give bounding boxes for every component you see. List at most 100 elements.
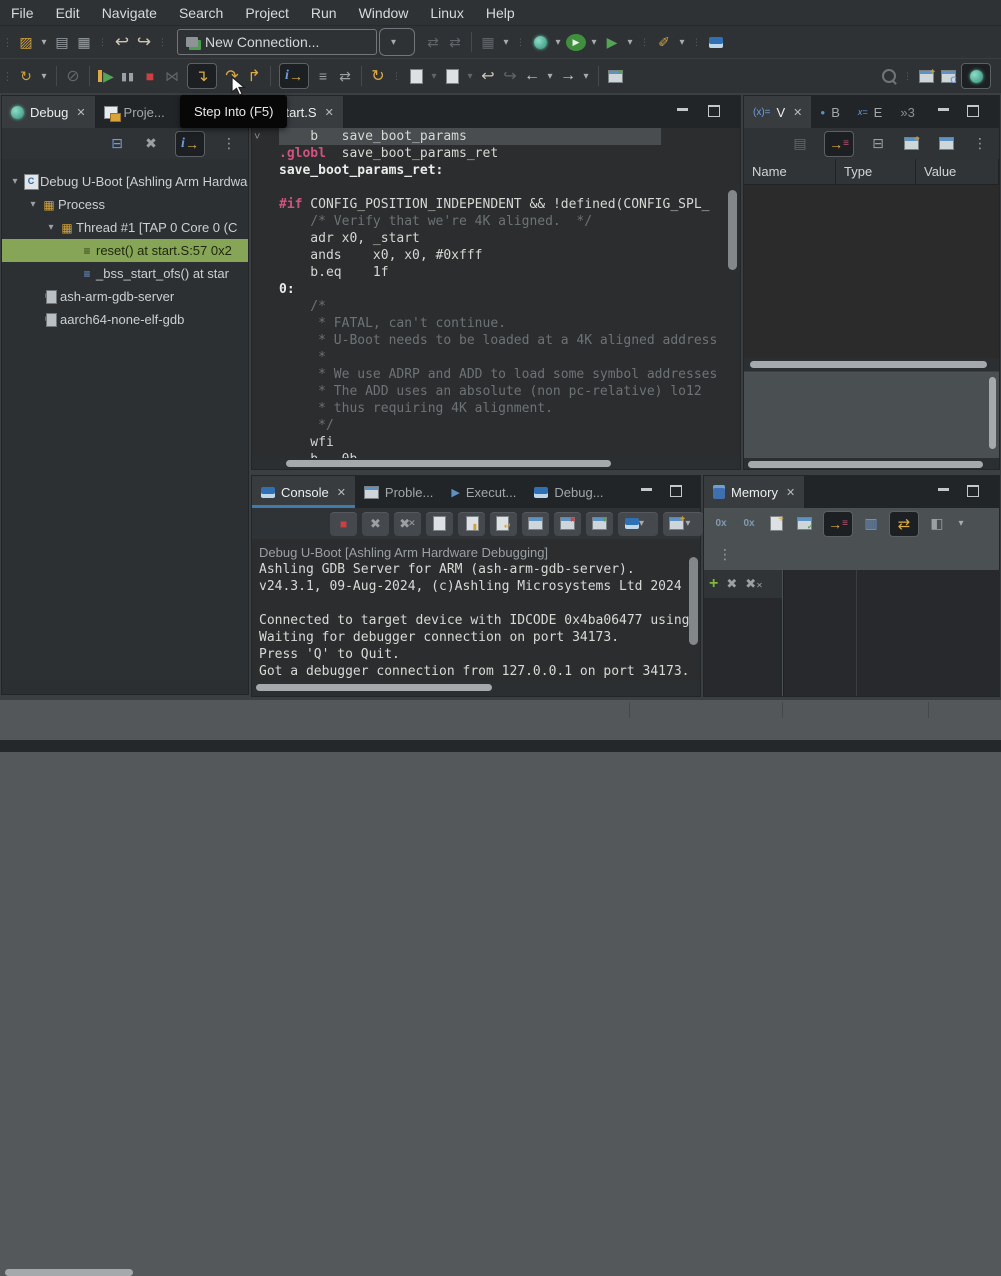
move-to-line-button[interactable]: ≡	[313, 65, 333, 87]
search-button[interactable]	[879, 65, 899, 87]
terminate-button[interactable]: ■	[140, 65, 160, 87]
service-launch-dropdown[interactable]: ▾	[500, 31, 512, 53]
export-memory-button[interactable]: 0x	[711, 513, 731, 535]
tree-row-gdb-client[interactable]: ▸ aarch64-none-elf-gdb	[2, 308, 248, 331]
close-icon[interactable]: ✕	[793, 106, 802, 119]
new-connection-dropdown[interactable]: ▾	[379, 28, 415, 56]
menu-file[interactable]: File	[0, 2, 45, 24]
tab-overflow[interactable]: »3	[891, 96, 923, 128]
tab-debugger-console[interactable]: Debug...	[525, 476, 612, 508]
open-perspective-button[interactable]: +	[917, 65, 937, 87]
debug-button[interactable]	[530, 31, 550, 53]
detail-vscrollbar[interactable]	[989, 377, 996, 449]
import-memory-button[interactable]: 0x	[739, 513, 759, 535]
run-last-tool-dropdown[interactable]: ▾	[624, 31, 636, 53]
reset-target-button[interactable]: ↻	[368, 65, 388, 87]
new-wizard-dropdown[interactable]: ▾	[38, 31, 50, 53]
show-logical-structure-button[interactable]: ▤	[790, 133, 810, 155]
variables-detail-pane[interactable]	[744, 371, 999, 458]
layout-button[interactable]: ◧	[927, 513, 947, 535]
external-tools-button[interactable]: ✐	[654, 31, 674, 53]
tab-executables[interactable]: ▶ Execut...	[442, 476, 525, 508]
restart-dropdown[interactable]: ▾	[38, 65, 50, 87]
show-when-stderr-button[interactable]: ✖	[554, 512, 581, 536]
open-console-button[interactable]	[706, 31, 726, 53]
minimize-button[interactable]	[938, 108, 949, 111]
toolbar-drag-handle[interactable]: ⋮	[2, 70, 13, 83]
suspend-button[interactable]: ▮▮	[118, 65, 138, 87]
close-icon[interactable]: ✕	[76, 106, 85, 119]
column-value[interactable]: Value	[916, 159, 999, 185]
menu-linux[interactable]: Linux	[419, 2, 474, 24]
remove-launch-button[interactable]: ✖	[362, 512, 389, 536]
menu-run[interactable]: Run	[300, 2, 348, 24]
step-into-button[interactable]: ↴	[187, 63, 217, 89]
connect-target-button[interactable]: ⇄	[423, 31, 443, 53]
maximize-button[interactable]	[708, 105, 720, 117]
remove-monitor-button[interactable]: ✖	[726, 576, 737, 592]
word-wrap-button[interactable]: ↵	[490, 512, 517, 536]
skip-breakpoints-button[interactable]: ⊘	[63, 65, 83, 87]
service-launch-button[interactable]: ▦	[478, 31, 498, 53]
menu-edit[interactable]: Edit	[45, 2, 91, 24]
add-monitor-button[interactable]: +	[709, 575, 718, 593]
toggle-split-button[interactable]: ⇄	[889, 511, 919, 537]
new-watch-button[interactable]: +	[902, 133, 922, 155]
new-wizard-button[interactable]: ▨	[16, 31, 36, 53]
expander-icon[interactable]: ▾	[26, 199, 40, 210]
minimize-button[interactable]	[938, 488, 949, 491]
save-all-button[interactable]: ▦	[74, 31, 94, 53]
tree-row-frame-bss[interactable]: ≡ _bss_start_ofs() at star	[2, 262, 248, 285]
open-console-button[interactable]: +▾	[663, 512, 703, 536]
tab-debug[interactable]: Debug ✕	[2, 96, 95, 128]
debug-dropdown[interactable]: ▾	[552, 31, 564, 53]
back-navigation-dropdown[interactable]: ▾	[544, 65, 556, 87]
menu-window[interactable]: Window	[348, 2, 420, 24]
forward-navigation-dropdown[interactable]: ▾	[580, 65, 592, 87]
new-connection-combo[interactable]: New Connection...	[177, 29, 377, 55]
detail-hscrollbar[interactable]	[748, 461, 983, 468]
remove-all-monitors-button[interactable]: ✖✕	[745, 576, 763, 592]
variables-table-body[interactable]	[744, 185, 999, 358]
view-menu-button[interactable]: ⋮	[970, 133, 990, 155]
collapse-all-button[interactable]: ⊟	[868, 133, 888, 155]
scroll-lock-button[interactable]: ▮	[458, 512, 485, 536]
edit-watch-button[interactable]	[936, 133, 956, 155]
variables-hscrollbar[interactable]	[750, 361, 987, 368]
maximize-button[interactable]	[670, 485, 682, 497]
menu-project[interactable]: Project	[234, 2, 300, 24]
tab-project-explorer[interactable]: Proje...	[95, 96, 174, 128]
tab-console[interactable]: Console ✕	[252, 476, 355, 508]
display-console-button[interactable]: ▾	[618, 512, 658, 536]
menu-navigate[interactable]: Navigate	[91, 2, 168, 24]
column-name[interactable]: Name	[744, 159, 836, 185]
forward-history-button[interactable]: ↪	[134, 31, 154, 53]
tab-problems[interactable]: Proble...	[355, 476, 442, 508]
monitors-menu-button[interactable]: ⋮	[715, 543, 735, 565]
save-button[interactable]: ▤	[52, 31, 72, 53]
step-return-button[interactable]: ↱	[244, 65, 264, 87]
external-tools-dropdown[interactable]: ▾	[676, 31, 688, 53]
clear-console-button[interactable]	[426, 512, 453, 536]
tree-row-gdb-server[interactable]: ▸ ash-arm-gdb-server	[2, 285, 248, 308]
editor-vscrollbar[interactable]	[728, 190, 737, 270]
expander-icon[interactable]: ▾	[8, 176, 22, 187]
tree-row-thread[interactable]: ▾ ▦ Thread #1 [TAP 0 Core 0 (C	[2, 216, 248, 239]
new-memory-view-button[interactable]: +	[767, 513, 787, 535]
collapse-all-button[interactable]: ⊟	[107, 133, 127, 155]
run-button[interactable]: ▶	[566, 34, 586, 51]
show-when-stdout-button[interactable]	[522, 512, 549, 536]
restart-button[interactable]: ↻	[16, 65, 36, 87]
remove-all-launches-button[interactable]: ✖✕	[394, 512, 421, 536]
tab-variables[interactable]: (x)= V ✕	[744, 96, 811, 128]
tree-row-frame-reset[interactable]: ≡ reset() at start.S:57 0x2	[2, 239, 248, 262]
resume-at-line-button[interactable]: ⇄	[335, 65, 355, 87]
last-edit-back-button[interactable]: ↩	[478, 65, 498, 87]
tab-expressions[interactable]: x= E	[849, 96, 891, 128]
terminate-console-button[interactable]: ■	[330, 512, 357, 536]
link-with-debug-toggle[interactable]: →≡	[824, 131, 854, 157]
load-symbols-dropdown[interactable]: ▾	[428, 65, 440, 87]
close-icon[interactable]: ✕	[325, 106, 334, 119]
pin-editor-button[interactable]: ●	[605, 65, 625, 87]
debug-perspective-button[interactable]	[961, 63, 991, 89]
